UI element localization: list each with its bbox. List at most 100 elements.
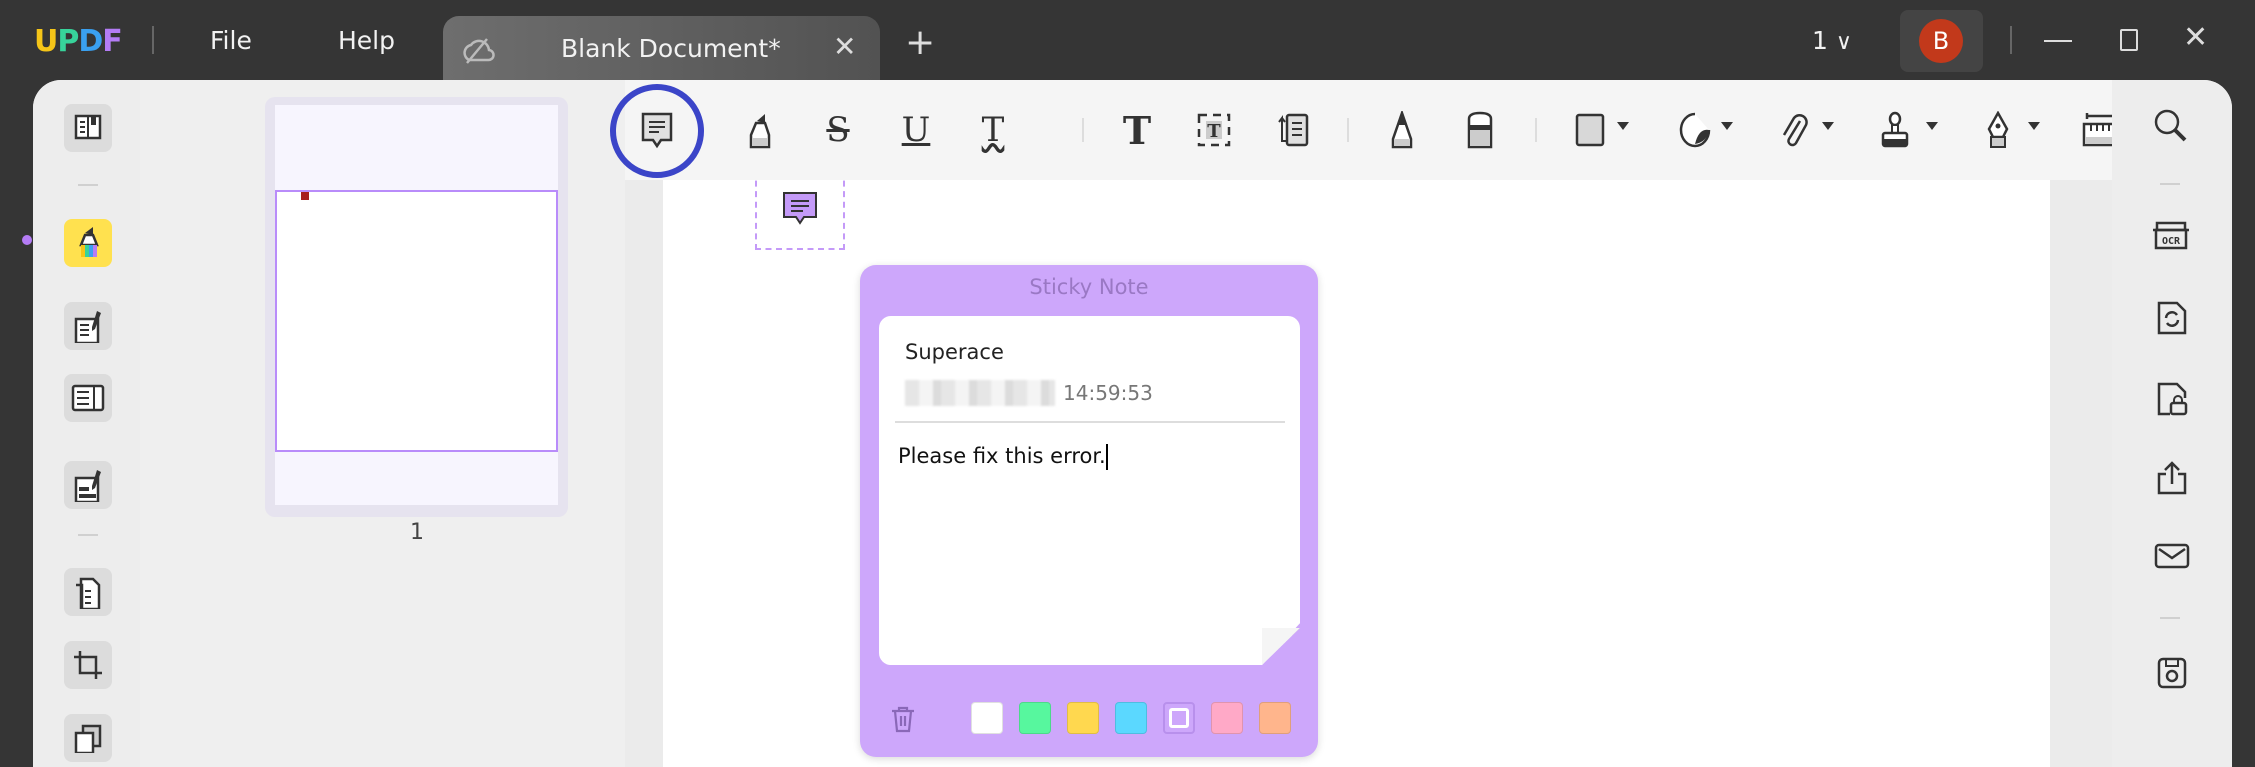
strikethrough-tool[interactable]: S <box>814 106 862 154</box>
squiggly-icon: T <box>981 110 1005 150</box>
underline-tool[interactable]: U <box>892 106 940 154</box>
paperclip-icon <box>1782 114 1808 147</box>
folded-corner <box>1262 628 1300 665</box>
thumbnail-note-marker <box>301 192 309 200</box>
new-tab-button[interactable]: + <box>905 22 935 63</box>
email-icon[interactable] <box>2154 542 2190 570</box>
save-icon[interactable] <box>2156 656 2188 690</box>
delete-note-icon[interactable] <box>890 705 916 733</box>
titlebar-divider <box>152 26 154 54</box>
page-layout-button[interactable] <box>64 374 112 422</box>
menu-help[interactable]: Help <box>338 26 395 55</box>
titlebar-divider <box>2010 26 2012 54</box>
right-rail: OCR <box>2112 80 2232 767</box>
close-tab-icon[interactable]: ✕ <box>833 30 856 63</box>
color-swatch-yellow[interactable] <box>1067 702 1099 734</box>
chevron-down-icon[interactable] <box>1926 122 1938 130</box>
share-icon[interactable] <box>2156 460 2188 496</box>
chevron-down-icon[interactable] <box>1822 122 1834 130</box>
chevron-down-icon[interactable] <box>2028 122 2040 130</box>
book-icon <box>74 114 102 140</box>
note-time: 14:59:53 <box>1063 381 1153 405</box>
chevron-down-icon[interactable] <box>1721 122 1733 130</box>
color-swatch-white[interactable] <box>971 702 1003 734</box>
reader-mode-button[interactable] <box>64 104 112 152</box>
note-body-text: Please fix this error. <box>898 444 1106 468</box>
page-indicator[interactable]: 1 ∨ <box>1812 26 1852 55</box>
underline-icon: U <box>901 110 931 150</box>
pages-icon <box>76 577 101 609</box>
convert-icon[interactable] <box>2156 300 2188 336</box>
highlight-tool[interactable] <box>736 106 784 154</box>
protect-icon[interactable] <box>2156 381 2188 417</box>
note-body-input[interactable]: Please fix this error. <box>898 444 1108 470</box>
edit-mode-button[interactable] <box>64 302 112 350</box>
close-window-button[interactable]: ✕ <box>2183 20 2208 55</box>
text-box-tool[interactable]: T <box>1190 106 1238 154</box>
ocr-icon[interactable]: OCR <box>2152 220 2190 252</box>
chevron-down-icon[interactable] <box>1617 122 1629 130</box>
squiggly-tool[interactable]: T <box>969 106 1017 154</box>
minimize-button[interactable] <box>2044 40 2072 42</box>
cloud-off-icon <box>463 38 495 64</box>
redacted-date <box>905 380 1055 406</box>
text-callout-tool[interactable] <box>1269 106 1317 154</box>
menu-file[interactable]: File <box>210 26 252 55</box>
shape-tool[interactable] <box>1671 106 1719 154</box>
color-swatch-purple-selected[interactable] <box>1163 702 1195 734</box>
text-box-icon: T <box>1197 113 1231 147</box>
highlighter-icon <box>79 227 99 257</box>
svg-text:OCR: OCR <box>2162 236 2181 247</box>
toolbar-divider <box>1535 118 1537 142</box>
watermark-icon <box>74 724 102 753</box>
note-author: Superace <box>905 340 1004 364</box>
color-swatch-pink[interactable] <box>1211 702 1243 734</box>
rectangle-tool[interactable] <box>1566 106 1614 154</box>
color-swatch-orange[interactable] <box>1259 702 1291 734</box>
page-thumbnail[interactable] <box>265 97 568 517</box>
stamp-icon <box>1881 111 1909 148</box>
note-selection-box[interactable] <box>755 170 845 250</box>
page-indicator-value: 1 <box>1812 26 1828 55</box>
note-card: Superace 14:59:53 Please fix this error. <box>879 316 1300 665</box>
edit-doc-icon <box>74 311 101 343</box>
left-rail <box>33 80 140 767</box>
watermark-button[interactable] <box>64 714 112 762</box>
text-callout-icon <box>1278 113 1309 147</box>
sticky-note-title: Sticky Note <box>1029 275 1149 299</box>
crop-button[interactable] <box>64 641 112 689</box>
document-tab[interactable]: Blank Document* ✕ <box>443 16 880 86</box>
fill-sign-button[interactable] <box>64 461 112 509</box>
account-button[interactable]: B <box>1900 10 1983 72</box>
sign-doc-icon <box>74 470 101 502</box>
shape-icon <box>1679 112 1711 148</box>
pencil-tool[interactable] <box>1378 106 1426 154</box>
rail-divider <box>2160 183 2180 185</box>
chevron-down-icon: ∨ <box>1835 30 1852 55</box>
signature-tool[interactable] <box>1974 106 2022 154</box>
thumbnail-page-number: 1 <box>410 520 424 545</box>
annotation-toolbar: S U T T T <box>610 80 2140 180</box>
document-viewport <box>625 80 2112 767</box>
eraser-tool[interactable] <box>1456 106 1504 154</box>
updf-logo: UPDF <box>34 24 123 59</box>
maximize-button[interactable] <box>2120 29 2138 51</box>
sticky-note-popup: Sticky Note Superace 14:59:53 Please fix… <box>860 265 1318 757</box>
sticky-note-marker-icon[interactable] <box>781 190 819 228</box>
note-divider <box>895 421 1285 423</box>
sticky-note-icon <box>641 112 673 149</box>
attachment-tool[interactable] <box>1771 106 1819 154</box>
thumbnail-viewport <box>275 190 558 452</box>
toolbar-divider <box>1347 118 1349 142</box>
sticky-note-tool[interactable] <box>633 106 681 154</box>
rail-divider <box>2160 617 2180 619</box>
comment-mode-button[interactable] <box>64 219 112 267</box>
color-swatch-green[interactable] <box>1019 702 1051 734</box>
organize-pages-button[interactable] <box>64 568 112 616</box>
search-icon[interactable] <box>2153 108 2189 144</box>
thumbnail-panel: 1 <box>140 80 625 767</box>
text-tool[interactable]: T <box>1113 106 1161 154</box>
highlighter-icon <box>749 114 771 149</box>
color-swatch-blue[interactable] <box>1115 702 1147 734</box>
stamp-tool[interactable] <box>1871 106 1919 154</box>
